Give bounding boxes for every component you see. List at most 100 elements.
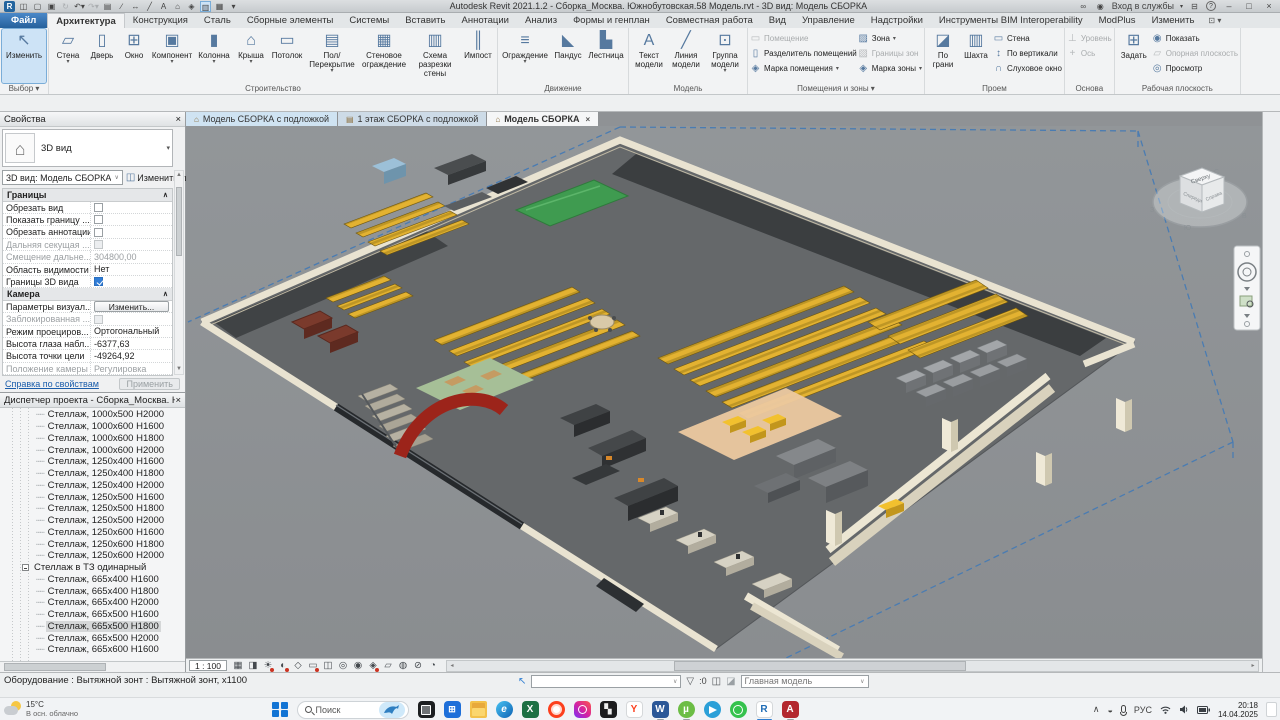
property-checkbox[interactable] [94,240,103,249]
tree-item[interactable]: ┄┄Стеллаж, 665x500 H2000 [0,632,185,644]
property-value[interactable]: Регулировка [91,364,172,374]
ribbon-small-button[interactable]: ◉Показать [1152,32,1238,45]
ribbon-tab[interactable]: Совместная работа [658,13,761,28]
sync-icon[interactable]: ↻ [60,1,71,12]
print-icon[interactable]: ▤ [102,1,113,12]
tree-item[interactable]: ┄┄Стеллаж, 665x500 H1800 [0,621,185,633]
ribbon-big-button[interactable]: ║Импост [461,29,495,83]
ribbon-small-button[interactable]: ▭Помещение [750,32,857,45]
property-checkbox[interactable] [94,203,103,212]
photometric-render-icon[interactable]: ◇ [291,660,305,672]
ribbon-big-button[interactable]: ▭Потолок [269,29,305,83]
ribbon-small-button[interactable]: ▱Опорная плоскость [1152,47,1238,60]
property-edit-button[interactable]: Изменить... [94,301,169,312]
ribbon-tab[interactable]: Инструменты BIM Interoperability [931,13,1091,28]
design-option-combobox[interactable]: ∨ [531,675,681,688]
aligned-dimension-icon[interactable]: ↔ [130,1,141,12]
tree-item[interactable]: ┄┄Стеллаж, 1250x500 H1600 [0,491,185,503]
property-value[interactable]: Ортогональный [91,326,172,336]
revit-menu-icon[interactable]: R [4,1,15,12]
property-checkbox[interactable] [94,277,103,286]
text-icon[interactable]: A [158,1,169,12]
ribbon-tab[interactable]: Надстройки [863,13,931,28]
compass-west[interactable]: З [1150,207,1154,214]
scroll-down-icon[interactable]: ▼ [175,365,183,374]
ribbon-tab[interactable]: Системы [341,13,397,28]
apply-button[interactable]: Применить [119,378,180,390]
wifi-icon[interactable] [1160,705,1171,714]
taskbar-app-yandex[interactable]: Y [626,701,643,718]
properties-close-icon[interactable]: × [175,114,181,125]
ribbon-tab[interactable]: Вставить [397,13,453,28]
tree-item[interactable]: ┄┄Стеллаж, 665x500 H1600 [0,609,185,621]
ribbon-big-button[interactable]: ≡Ограждение▾ [500,29,550,83]
tree-item[interactable]: ┄┄Стеллаж, 1250x600 H2000 [0,550,185,562]
taskbar-app-edge[interactable]: e [496,701,513,718]
tree-item[interactable]: ┄┄Стеллаж, 1000x600 H1600 [0,421,185,433]
qat-dropdown-icon[interactable]: ▾ [228,1,239,12]
ribbon-small-button[interactable]: ▨Зона▾ [858,32,922,45]
ribbon-small-button[interactable]: ◎Просмотр [1152,62,1238,75]
ribbon-big-button[interactable]: ⊞Задать [1117,29,1151,83]
thin-lines-icon[interactable]: ▥ [200,1,211,12]
sun-path-icon[interactable]: ☀ [261,660,275,672]
taskbar-app-instagram[interactable] [574,701,591,718]
editing-requests-icon[interactable]: ◫ [712,675,721,688]
ribbon-big-button[interactable]: ▮Колонна▾ [195,29,233,83]
properties-section-header[interactable]: Границы∧ [3,189,172,202]
ribbon-small-button[interactable]: ◈Марка зоны▾ [858,62,922,75]
measure-icon[interactable]: ∕ [116,1,127,12]
ribbon-big-button[interactable]: ⊞Окно [119,29,149,83]
language-indicator[interactable]: РУС [1134,705,1152,715]
crop-view-icon[interactable]: ▭ [306,660,320,672]
help-icon[interactable]: ? [1206,1,1216,11]
property-value[interactable]: Нет [91,264,172,274]
worksharing-display-icon[interactable]: ▱ [381,660,395,672]
tree-item[interactable]: ┄┄Стеллаж, 665x400 H1600 [0,574,185,586]
taskbar-app-yandex-browser[interactable] [548,701,565,718]
ribbon-tab[interactable]: Формы и генплан [565,13,658,28]
window-minimize-button[interactable]: – [1222,1,1236,11]
ribbon-small-button[interactable]: ↕По вертикали [993,47,1062,60]
ribbon-small-button[interactable]: ▧Границы зон [858,47,922,60]
ribbon-tab[interactable]: Конструкция [125,13,196,28]
search-box[interactable]: Поиск [297,701,409,719]
type-selector[interactable]: ⌂ 3D вид ▾ [2,129,173,167]
navigation-bar[interactable] [1234,246,1260,330]
ribbon-big-button[interactable]: ▯Дверь [86,29,118,83]
properties-icon[interactable]: ◫ [18,1,29,12]
user-icon[interactable]: ◉ [1095,1,1106,12]
ribbon-big-button[interactable]: ◣Пандус [551,29,585,83]
ribbon-tab[interactable]: Сборные элементы [239,13,342,28]
view-tab[interactable]: ⌂Модель СБОРКА× [487,112,599,126]
properties-help-link[interactable]: Справка по свойствам [5,379,99,389]
show-crop-region-icon[interactable]: ◫ [321,660,335,672]
tree-item[interactable]: ┄┄Стеллаж, 665x400 H2000 [0,597,185,609]
tray-chevron-icon[interactable]: ∧ [1093,704,1100,715]
tree-item[interactable]: ┄┄Стеллаж, 1250x500 H1800 [0,503,185,515]
view-scale[interactable]: 1 : 100 [189,660,227,671]
model-3d-view[interactable]: З Ю В С Сверху Спереди Справа [186,126,1262,658]
property-checkbox[interactable] [94,228,103,237]
tray-device-icon[interactable]: ◒ [1107,705,1112,715]
temporary-view-properties-icon[interactable]: ◍ [396,660,410,672]
render-icon[interactable]: ◈ [186,1,197,12]
worksets-icon[interactable]: ◪ [726,675,735,688]
taskbar-app-word[interactable]: W [652,701,669,718]
tree-item[interactable]: ┄┄Стеллаж, 1000x600 H1800 [0,433,185,445]
taskbar-app-file-explorer[interactable] [470,701,487,718]
displace-elements-icon[interactable]: ⊘ [411,660,425,672]
detail-level-icon[interactable]: ▦ [231,660,245,672]
view-tab[interactable]: ⌂Модель СБОРКА с подложкой [186,112,338,126]
property-value[interactable]: -49264,92 [91,351,172,361]
taskbar-app-task-view[interactable] [418,701,435,718]
start-button[interactable] [272,702,288,718]
ribbon-tab[interactable]: Аннотации [453,13,517,28]
reveal-constraints-icon[interactable]: ◔ [426,660,440,672]
tab-close-icon[interactable]: × [586,115,591,124]
notification-icon[interactable] [1266,702,1277,717]
taskbar-app-excel[interactable]: X [522,701,539,718]
taskbar-app-whatsapp[interactable] [730,701,747,718]
tree-item[interactable]: Стеллаж в ТЗ одинарный [0,562,185,574]
workset-combobox[interactable]: Главная модель ∨ [741,675,869,688]
